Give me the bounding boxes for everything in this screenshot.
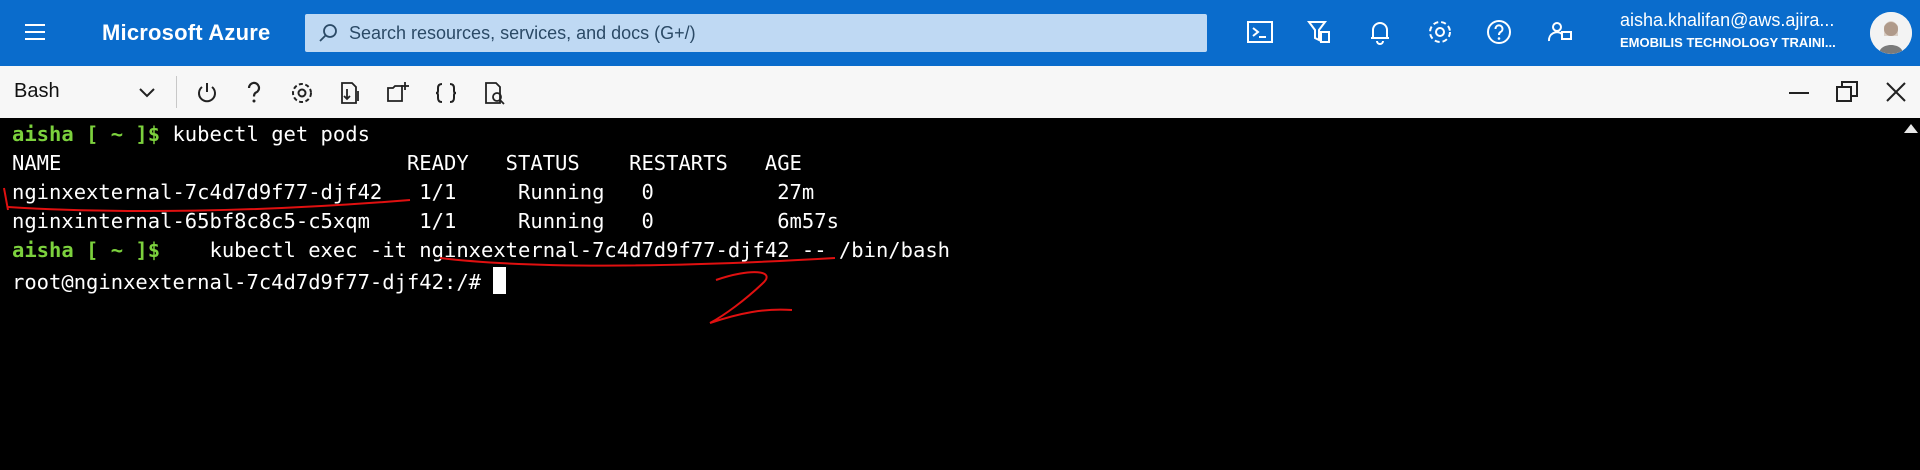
command-text: kubectl get pods — [160, 122, 370, 146]
search-placeholder: Search resources, services, and docs (G+… — [349, 23, 696, 43]
minimize-icon[interactable] — [1786, 79, 1812, 105]
directory-filter-icon[interactable] — [1303, 16, 1335, 48]
new-session-icon[interactable] — [384, 79, 412, 107]
terminal-line: NAME READY STATUS RESTARTS AGE — [12, 151, 802, 175]
web-preview-icon[interactable] — [480, 79, 508, 107]
terminal-output[interactable]: aisha [ ~ ]$ kubectl get pods NAME READY… — [0, 118, 1900, 470]
terminal-line: aisha [ ~ ]$ kubectl exec -it nginxexter… — [12, 238, 950, 262]
cloud-shell-icon[interactable] — [1244, 16, 1276, 48]
power-icon[interactable] — [193, 79, 221, 107]
chevron-down-icon[interactable] — [138, 84, 156, 102]
shell-prompt: aisha [ ~ ]$ — [12, 122, 161, 146]
help-icon[interactable] — [240, 79, 268, 107]
terminal-line: nginxexternal-7c4d7d9f77-djf42 1/1 Runni… — [12, 180, 815, 204]
settings-icon[interactable] — [1424, 16, 1456, 48]
account-info[interactable]: aisha.khalifan@aws.ajira... EMOBILIS TEC… — [1620, 10, 1836, 50]
feedback-icon[interactable] — [1543, 16, 1575, 48]
upload-download-icon[interactable] — [336, 79, 364, 107]
user-org: EMOBILIS TECHNOLOGY TRAINI... — [1620, 35, 1836, 50]
user-name: aisha.khalifan@aws.ajira... — [1620, 10, 1835, 30]
terminal-line: nginxinternal-65bf8c8c5-c5xqm 1/1 Runnin… — [12, 209, 839, 233]
scroll-up-icon[interactable] — [1904, 124, 1918, 133]
settings-icon[interactable] — [288, 79, 316, 107]
avatar[interactable] — [1870, 12, 1912, 54]
terminal-scrollbar[interactable] — [1900, 118, 1920, 470]
shell-prompt: aisha [ ~ ]$ — [12, 238, 161, 262]
menu-icon[interactable] — [22, 18, 50, 46]
terminal-cursor — [493, 267, 507, 294]
editor-icon[interactable] — [432, 79, 460, 107]
azure-top-bar: Microsoft Azure Search resources, servic… — [0, 0, 1920, 72]
avatar-image-icon — [1870, 12, 1912, 54]
search-input[interactable]: Search resources, services, and docs (G+… — [305, 14, 1207, 52]
shell-selector[interactable]: Bash — [14, 80, 60, 103]
close-icon[interactable] — [1883, 79, 1909, 105]
toolbar-divider — [176, 76, 177, 108]
cloud-shell-toolbar: Bash — [0, 66, 1920, 119]
help-icon[interactable] — [1483, 16, 1515, 48]
notifications-icon[interactable] — [1364, 16, 1396, 48]
terminal-line: root@nginxexternal-7c4d7d9f77-djf42:/# — [12, 267, 507, 294]
search-icon — [319, 24, 337, 42]
brand-title[interactable]: Microsoft Azure — [102, 20, 270, 46]
terminal-line: aisha [ ~ ]$ kubectl get pods — [12, 122, 370, 146]
restore-icon[interactable] — [1834, 79, 1860, 105]
command-text: kubectl exec -it nginxexternal-7c4d7d9f7… — [160, 238, 950, 262]
root-prompt: root@nginxexternal-7c4d7d9f77-djf42:/# — [12, 270, 494, 294]
